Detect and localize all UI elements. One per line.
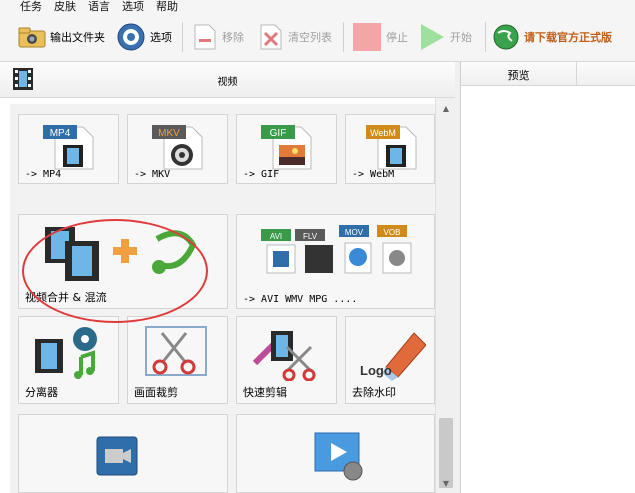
stop-label: 停止 [386, 31, 408, 44]
clear-list-icon [260, 24, 282, 50]
preview-title: 预览 [507, 69, 530, 82]
crop-scissors-icon [145, 326, 207, 376]
tile-label: -> MKV [134, 169, 171, 180]
tile-merge-mux[interactable]: 视频合并 & 混流 [18, 214, 228, 309]
remove-label: 移除 [222, 31, 244, 44]
document-remove-icon [194, 24, 216, 50]
tile-label: 去除水印 [352, 386, 396, 399]
mkv-file-icon: MKV [152, 125, 203, 170]
logo-text: Logo [360, 363, 392, 378]
tile-label: -> GIF [243, 169, 280, 180]
flv-badge: FLV [303, 232, 318, 241]
tile-crop[interactable]: 画面裁剪 [127, 316, 228, 404]
merge-video-audio-icon [45, 227, 197, 281]
gif-file-icon: GIF [261, 125, 312, 170]
tile-to-mkv[interactable]: MKV -> MKV [127, 114, 228, 184]
mp4-file-icon: MP4 [43, 125, 94, 170]
clear-list-button[interactable]: 清空列表 [258, 20, 332, 54]
menu-help[interactable]: 帮助 [156, 0, 178, 14]
category-title: 视频 [217, 77, 238, 88]
video-camera-icon [96, 436, 138, 476]
tile-remove-watermark[interactable]: Logo 去除水印 [345, 316, 435, 404]
toolbar-divider [182, 22, 183, 52]
scroll-up-arrow-icon[interactable]: ▲ [436, 100, 456, 116]
category-header[interactable]: 视频 [0, 62, 455, 98]
menu-options[interactable]: 选项 [122, 0, 144, 14]
scroll-down-arrow-icon[interactable]: ▼ [436, 475, 456, 491]
tile-label: -> WebM [352, 169, 395, 180]
webm-file-icon: WebM [366, 125, 417, 170]
menu-bar: 任务 皮肤 语言 选项 帮助 [0, 0, 635, 14]
tile-video-recorder[interactable] [18, 414, 228, 493]
clear-list-label: 清空列表 [288, 31, 332, 44]
mp4-badge: MP4 [50, 128, 71, 139]
mov-badge: MOV [345, 228, 364, 237]
tile-to-mp4[interactable]: MP4 -> MP4 [18, 114, 119, 184]
gear-icon [117, 23, 145, 51]
tile-label: -> AVI WMV MPG .... [243, 294, 358, 305]
tile-label: 画面裁剪 [134, 386, 178, 399]
options-button[interactable]: 选项 [116, 20, 172, 54]
toolbar-divider [485, 22, 486, 52]
tile-to-webm[interactable]: WebM -> WebM [345, 114, 435, 184]
toolbar-divider [343, 22, 344, 52]
preview-panel: 预览 [460, 62, 635, 493]
tile-to-avi-wmv-mpg[interactable]: AVI FLV MOV VOB -> AVI WMV MPG .... [236, 214, 435, 309]
output-folder-button[interactable]: 输出文件夹 [18, 20, 105, 54]
output-folder-label: 输出文件夹 [50, 31, 105, 44]
download-official-label: 请下载官方正式版 [524, 31, 612, 44]
format-bundle-icon: AVI FLV MOV VOB [261, 225, 412, 274]
stop-icon [353, 23, 381, 51]
start-label: 开始 [450, 31, 472, 44]
options-label: 选项 [150, 31, 172, 44]
tile-splitter[interactable]: 分离器 [18, 316, 119, 404]
webm-badge: WebM [370, 128, 396, 138]
menu-skin[interactable]: 皮肤 [54, 0, 76, 14]
globe-icon [493, 24, 519, 50]
column-divider[interactable] [576, 62, 577, 86]
mkv-badge: MKV [158, 128, 180, 139]
preview-header: 预览 [461, 62, 635, 86]
quick-cut-icon [252, 331, 316, 381]
folder-camera-icon [18, 27, 46, 48]
download-official-button[interactable]: 请下载官方正式版 [492, 20, 612, 54]
menu-language[interactable]: 语言 [88, 0, 110, 14]
splitter-icon [35, 327, 97, 379]
gif-badge: GIF [270, 128, 287, 139]
tile-label: 分离器 [25, 386, 58, 399]
tile-label: -> MP4 [25, 169, 62, 180]
eraser-logo-icon: Logo [360, 332, 426, 381]
tile-quick-cut[interactable]: 快速剪辑 [236, 316, 337, 404]
menu-task[interactable]: 任务 [20, 0, 42, 14]
tile-label: 视频合并 & 混流 [25, 291, 107, 304]
tile-to-gif[interactable]: GIF -> GIF [236, 114, 337, 184]
play-icon [421, 24, 444, 50]
video-play-icon [314, 432, 363, 481]
tile-label: 快速剪辑 [243, 386, 287, 399]
toolbar: 输出文件夹 选项 移除 清空列表 停止 开始 请下载官方正式版 [0, 14, 635, 62]
start-button[interactable]: 开始 [418, 20, 472, 54]
function-grid: MP4 -> MP4 MKV -> MKV GIF -> GIF WebM ->… [10, 104, 435, 493]
tile-video-player[interactable] [236, 414, 435, 493]
vob-badge: VOB [384, 228, 401, 237]
task-panel: 视频 MP4 -> MP4 MKV -> MKV GIF -> GIF WebM… [0, 62, 455, 493]
remove-button[interactable]: 移除 [192, 20, 244, 54]
vertical-scrollbar[interactable]: ▲ ▼ [435, 98, 455, 493]
avi-badge: AVI [270, 232, 282, 241]
stop-button[interactable]: 停止 [352, 20, 408, 54]
